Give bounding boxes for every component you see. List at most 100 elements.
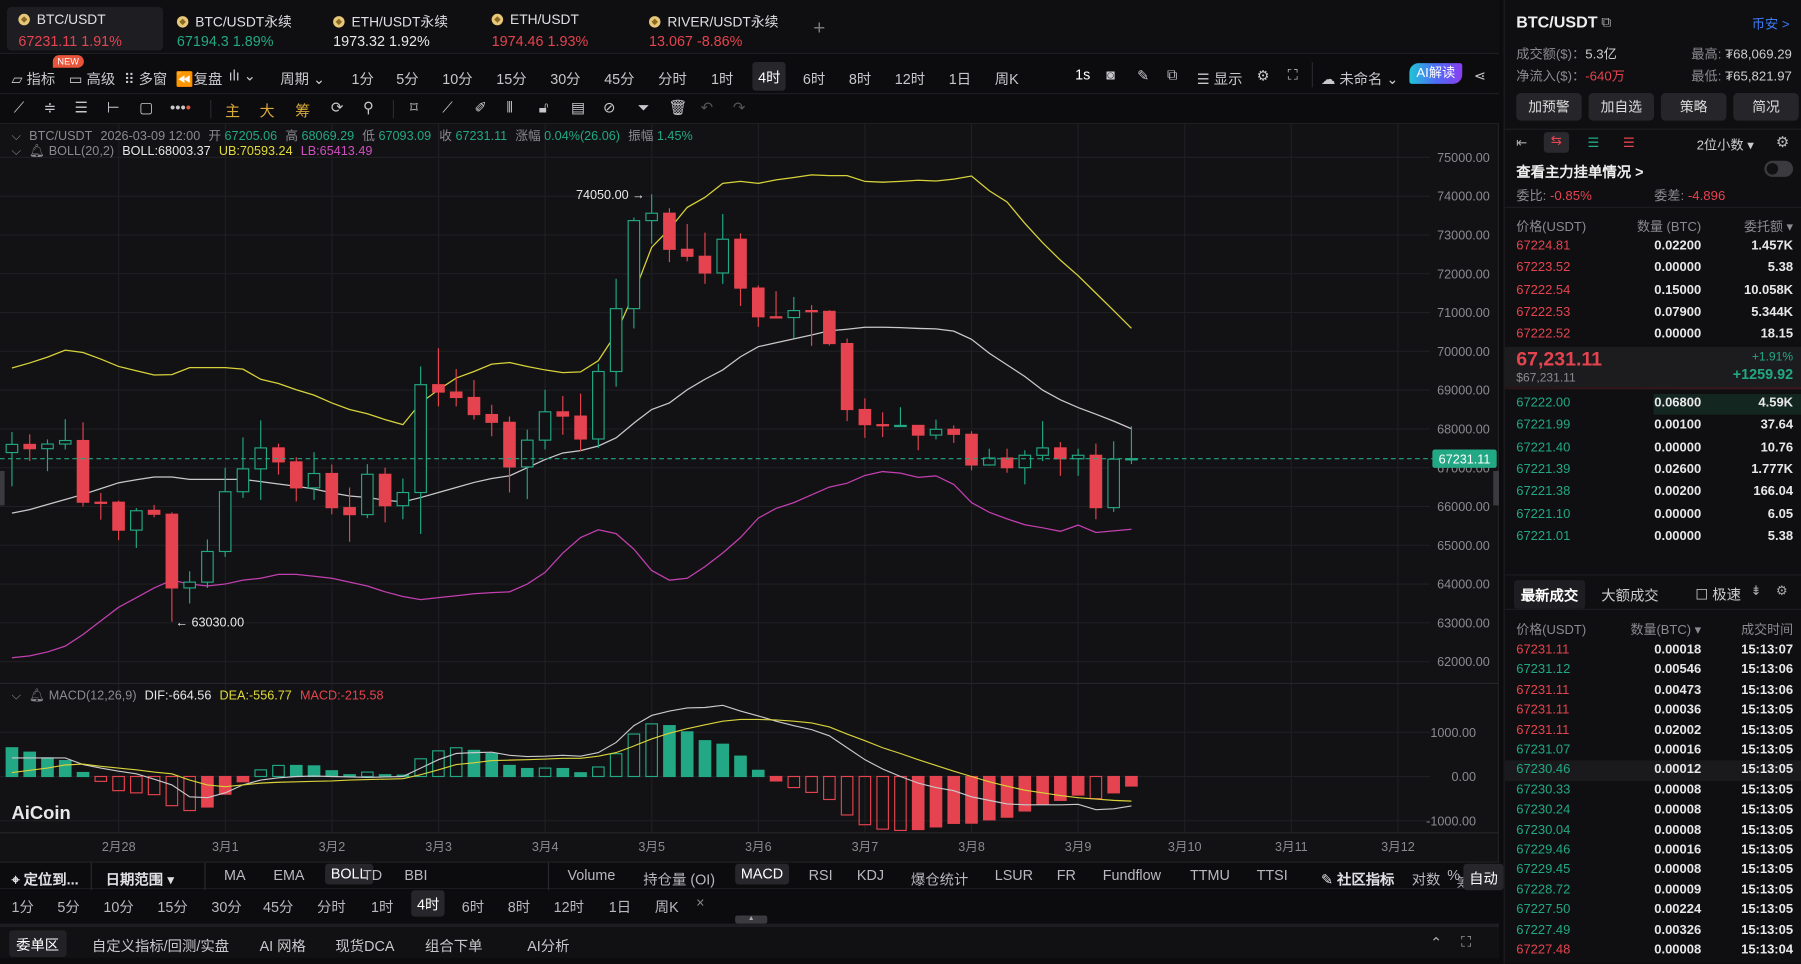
multi-window-button[interactable]: ⠿ 多窗 bbox=[124, 67, 167, 89]
collapse-icon[interactable]: ⌵ bbox=[11, 145, 21, 159]
ai-interpret-button[interactable]: AI解读 bbox=[1409, 63, 1463, 84]
tab-eth-usdt-perp[interactable]: ETH/USDT永续 1973.32 1.92% bbox=[322, 7, 478, 51]
layout-dropdown[interactable]: ☁ 未命名 ⌄ bbox=[1321, 67, 1398, 89]
date-range-dropdown[interactable]: 日期范围 ▾ bbox=[106, 867, 175, 889]
undo-icon[interactable]: ↶ bbox=[701, 99, 714, 117]
tab-btc-usdt-perp[interactable]: BTC/USDT永续 67194.3 1.89% bbox=[165, 7, 321, 51]
header-qty[interactable]: 数量(BTC) ▾ bbox=[1630, 620, 1701, 638]
auto-scale-toggle[interactable]: 自动 bbox=[1463, 863, 1504, 891]
exchange-link[interactable]: 币安 > bbox=[1752, 15, 1790, 33]
bottom-timeframe[interactable]: 6时 bbox=[462, 895, 484, 917]
ask-row[interactable]: 67222.52 0.00000 18.15 bbox=[1505, 325, 1801, 345]
community-indicators-button[interactable]: ✎ 社区指标 bbox=[1321, 867, 1394, 889]
overview-button[interactable]: 简况 bbox=[1733, 93, 1799, 121]
fullscreen-icon[interactable]: ⛶ bbox=[1288, 67, 1298, 84]
timeframe-13[interactable]: 周K bbox=[995, 67, 1019, 89]
trash-icon[interactable]: 🗑︎ bbox=[669, 99, 688, 117]
footer-tab[interactable]: 现货DCA bbox=[335, 934, 394, 956]
lock-icon[interactable]: 🔓︎ bbox=[539, 99, 549, 117]
camera-icon[interactable]: ◙ bbox=[1106, 67, 1115, 83]
visibility-icon[interactable]: ⫴ bbox=[507, 99, 513, 117]
tab-latest-trades[interactable]: 最新成交 bbox=[1513, 580, 1586, 609]
expand-icon[interactable]: ⛶ bbox=[1461, 934, 1471, 951]
footer-tab[interactable]: AI 网格 bbox=[260, 934, 306, 956]
rectangle-icon[interactable]: ▢ bbox=[139, 99, 153, 117]
timeframe-3[interactable]: 15分 bbox=[496, 67, 526, 89]
add-window-icon[interactable]: ⧉ bbox=[1167, 67, 1177, 84]
bid-row[interactable]: 67221.40 0.00000 10.76 bbox=[1505, 438, 1801, 458]
timeframe-7[interactable]: 1时 bbox=[711, 67, 733, 89]
parallel-lines-icon[interactable]: ≑ bbox=[44, 99, 57, 117]
main-indicator-ma[interactable]: MA bbox=[224, 867, 246, 883]
timeframe-6[interactable]: 分时 bbox=[658, 67, 687, 89]
copy-icon[interactable]: ⧉ bbox=[1601, 14, 1611, 31]
bid-row[interactable]: 67221.10 0.00000 6.05 bbox=[1505, 505, 1801, 525]
main-orders-toggle[interactable] bbox=[1764, 160, 1794, 177]
bottom-timeframe[interactable]: 1日 bbox=[609, 895, 631, 917]
bottom-timeframe[interactable]: 10分 bbox=[103, 895, 133, 917]
horizontal-lines-icon[interactable]: ☰ bbox=[75, 99, 88, 117]
add-tab-button[interactable]: + bbox=[813, 16, 825, 40]
bottom-timeframe[interactable]: 5分 bbox=[57, 895, 79, 917]
bid-row[interactable]: 67222.00 0.06800 4.59K bbox=[1504, 393, 1801, 415]
main-orders-link[interactable]: 查看主力挂单情况 > bbox=[1516, 160, 1643, 182]
chart-type-dropdown[interactable]: ılı ⌄ bbox=[229, 67, 256, 84]
ask-row[interactable]: 67224.81 0.02200 1.457K bbox=[1505, 237, 1801, 257]
add-alert-button[interactable]: 加预警 bbox=[1516, 93, 1582, 121]
tab-btc-usdt[interactable]: BTC/USDT 67231.11 1.91% bbox=[6, 6, 164, 51]
chips-button[interactable]: 筹 bbox=[295, 99, 310, 121]
macd-name[interactable]: MACD(12,26,9) bbox=[49, 689, 137, 703]
timeframe-12[interactable]: 1日 bbox=[949, 67, 971, 89]
locate-button[interactable]: ⌖ 定位到... bbox=[11, 867, 78, 889]
sub-indicator[interactable]: 爆仓统计 bbox=[911, 867, 968, 889]
filter-icon[interactable]: ⏷ bbox=[638, 99, 650, 117]
tab-large-trades[interactable]: 大额成交 bbox=[1601, 584, 1658, 606]
timeframe-10[interactable]: 8时 bbox=[849, 67, 871, 89]
template-icon[interactable]: ▤ bbox=[571, 99, 585, 117]
bottom-timeframe[interactable]: 1分 bbox=[11, 895, 33, 917]
both-sides-icon[interactable]: ⇆ bbox=[1543, 132, 1570, 153]
timeframe-9[interactable]: 6时 bbox=[803, 67, 825, 89]
bids-only-icon[interactable]: ☰ bbox=[1587, 134, 1599, 151]
sub-indicator[interactable]: TTSI bbox=[1257, 867, 1288, 883]
fast-mode-checkbox[interactable]: ☐ 极速 bbox=[1695, 582, 1741, 604]
ask-row[interactable]: 67223.52 0.00000 5.38 bbox=[1505, 259, 1801, 279]
timeframe-8[interactable]: 4时 bbox=[752, 62, 787, 91]
bottom-timeframe[interactable]: 分时 bbox=[317, 895, 346, 917]
ray-icon[interactable]: ⊢ bbox=[107, 99, 120, 117]
header-amount[interactable]: 委托额 ▾ bbox=[1744, 217, 1793, 235]
chevron-up-icon[interactable]: ⌃ bbox=[1430, 934, 1442, 951]
sub-indicator[interactable]: Volume bbox=[567, 867, 615, 883]
sub-indicator[interactable]: 持仓量 (OI) bbox=[643, 867, 715, 889]
timeframe-4[interactable]: 30分 bbox=[550, 67, 580, 89]
bid-row[interactable]: 67221.99 0.00100 37.64 bbox=[1505, 416, 1801, 436]
tab-eth-usdt[interactable]: ETH/USDT 1974.46 1.93% bbox=[480, 7, 636, 51]
indicators-button[interactable]: ▱ 指标 bbox=[11, 67, 55, 89]
refresh-rate[interactable]: 1s bbox=[1075, 67, 1090, 83]
advanced-button[interactable]: ▭ 高级 bbox=[69, 67, 115, 89]
percent-scale-toggle[interactable]: % bbox=[1447, 867, 1460, 883]
footer-tab[interactable]: AI分析 bbox=[527, 934, 569, 956]
main-indicator-bbi[interactable]: BBI bbox=[404, 867, 427, 883]
log-scale-toggle[interactable]: 对数 bbox=[1412, 867, 1441, 889]
strategy-button[interactable]: 策略 bbox=[1660, 93, 1727, 121]
bid-row[interactable]: 67221.39 0.02600 1.777K bbox=[1505, 460, 1801, 480]
add-watchlist-button[interactable]: 加自选 bbox=[1588, 93, 1655, 121]
alert-bell-icon[interactable]: 🔔︎ bbox=[29, 689, 45, 703]
more-tools-icon[interactable]: •••• bbox=[170, 99, 191, 116]
main-indicator-td[interactable]: TD bbox=[363, 867, 382, 883]
timeframe-2[interactable]: 10分 bbox=[442, 67, 472, 89]
magnet-icon[interactable]: ⚲ bbox=[363, 99, 374, 117]
bottom-timeframe[interactable]: 30分 bbox=[211, 895, 241, 917]
brush-icon[interactable]: ✐ bbox=[474, 99, 487, 117]
bottom-timeframe[interactable]: 8时 bbox=[508, 895, 530, 917]
sync-drawing-icon[interactable]: ⟳ bbox=[331, 99, 344, 117]
settings-icon[interactable]: ⚙ bbox=[1776, 133, 1789, 151]
link-icon[interactable]: ⊘ bbox=[603, 99, 616, 117]
main-indicator-ema[interactable]: EMA bbox=[273, 867, 304, 883]
chart-area[interactable]: 75000.00 74000.00 73000.00 72000.00 71000.00… bbox=[0, 124, 1500, 862]
bottom-timeframe[interactable]: 1时 bbox=[371, 895, 393, 917]
sub-indicator[interactable]: LSUR bbox=[995, 867, 1033, 883]
pen-icon[interactable]: ✎ bbox=[1137, 67, 1149, 84]
bottom-timeframe[interactable]: 周K bbox=[655, 895, 679, 917]
